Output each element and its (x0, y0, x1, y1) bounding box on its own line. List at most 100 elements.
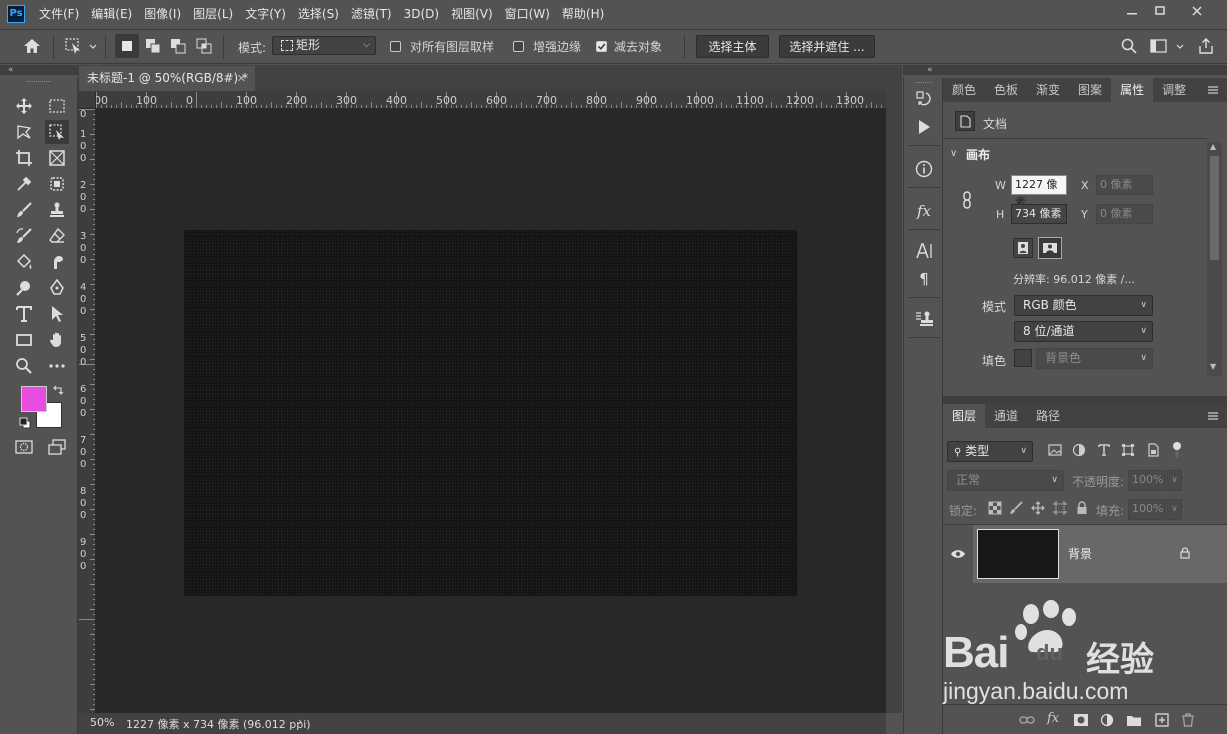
link-layers-button[interactable] (1019, 713, 1035, 727)
panels-collapse-bar[interactable]: « (903, 65, 1227, 75)
scrollbar-thumb[interactable] (1210, 156, 1219, 260)
foreground-color-swatch[interactable] (21, 386, 47, 412)
move-tool[interactable] (12, 94, 36, 118)
layer-kind-filter[interactable]: ⚲ 类型 ∨ (947, 441, 1033, 462)
tab-channels[interactable]: 通道 (985, 404, 1027, 428)
filter-shape-button[interactable] (1121, 443, 1135, 457)
document-tab[interactable]: 未标题-1 @ 50%(RGB/8#) * ✕ (79, 66, 255, 91)
tab-patterns[interactable]: 图案 (1069, 78, 1111, 102)
object-selection-tool[interactable] (45, 120, 69, 144)
document-scrollbar[interactable] (886, 91, 902, 713)
close-window-button[interactable] (1180, 0, 1214, 22)
menu-file[interactable]: 文件(F) (33, 0, 85, 28)
grip-handle[interactable] (916, 82, 932, 84)
search-button[interactable] (1117, 34, 1141, 58)
add-to-selection-button[interactable] (141, 34, 165, 58)
paragraph-panel-button[interactable]: ¶ (904, 266, 944, 292)
edit-toolbar-button[interactable] (45, 354, 69, 378)
zoom-level[interactable]: 50% (90, 716, 114, 729)
tool-preset-picker[interactable] (62, 34, 100, 58)
delete-layer-button[interactable] (1180, 713, 1196, 727)
layer-row[interactable]: 背景 (943, 525, 1227, 583)
fx-icon[interactable]: fx (1047, 711, 1059, 726)
menu-type[interactable]: 文字(Y) (239, 0, 292, 28)
tools-collapse-bar[interactable]: « (0, 65, 78, 75)
portrait-orientation-button[interactable] (1013, 238, 1033, 258)
styles-panel-button[interactable]: fx (904, 198, 944, 224)
lock-image-pixels-button[interactable] (1009, 501, 1023, 515)
chevron-right-icon[interactable]: › (298, 715, 302, 728)
spot-healing-tool[interactable] (45, 172, 69, 196)
sample-all-layers-checkbox[interactable]: 对所有图层取样 (390, 37, 510, 55)
new-selection-button[interactable] (115, 34, 139, 58)
lock-transparent-pixels-button[interactable] (988, 501, 1002, 515)
hand-tool[interactable] (45, 328, 69, 352)
character-panel-button[interactable] (904, 238, 944, 264)
zoom-tool[interactable] (12, 354, 36, 378)
fill-color-swatch[interactable] (1014, 349, 1032, 367)
close-tab-icon[interactable]: ✕ (237, 66, 246, 91)
x-field[interactable]: 0 像素 (1096, 175, 1153, 195)
new-layer-button[interactable] (1154, 713, 1170, 727)
swap-colors-button[interactable] (52, 384, 64, 396)
width-field[interactable]: 1227 像素 (1011, 175, 1067, 209)
eraser-tool[interactable] (45, 224, 69, 248)
filter-smart-object-button[interactable] (1146, 443, 1160, 457)
filter-type-button[interactable] (1097, 443, 1111, 457)
lock-artboard-button[interactable] (1053, 501, 1067, 515)
vertical-ruler[interactable]: 0 1 0 0 2 0 0 3 0 0 4 0 0 5 0 0 6 0 0 7 … (78, 109, 96, 714)
brush-tool[interactable] (12, 198, 36, 222)
tab-gradients[interactable]: 渐变 (1027, 78, 1069, 102)
clone-source-panel-button[interactable] (904, 306, 944, 332)
layer-name[interactable]: 背景 (1068, 545, 1092, 562)
menu-window[interactable]: 窗口(W) (499, 0, 556, 28)
dodge-tool[interactable] (12, 276, 36, 300)
opacity-field[interactable]: 100% (1128, 470, 1166, 491)
path-selection-tool[interactable] (45, 302, 69, 326)
default-colors-button[interactable] (19, 417, 31, 429)
lasso-tool[interactable] (12, 120, 36, 144)
intersect-selection-button[interactable] (192, 34, 216, 58)
actions-panel-button[interactable] (904, 114, 944, 140)
type-tool[interactable] (12, 302, 36, 326)
document-canvas[interactable] (184, 230, 797, 596)
pen-tool[interactable] (45, 276, 69, 300)
home-button[interactable] (18, 34, 46, 58)
menu-image[interactable]: 图像(I) (138, 0, 187, 28)
enhance-edge-checkbox[interactable]: 增强边缘 (513, 37, 593, 55)
menu-3d[interactable]: 3D(D) (398, 0, 445, 28)
menu-layer[interactable]: 图层(L) (187, 0, 239, 28)
properties-scrollbar[interactable]: ▲ ▼ (1207, 142, 1222, 376)
tab-properties[interactable]: 属性 (1111, 78, 1154, 102)
subtract-from-selection-button[interactable] (166, 34, 190, 58)
lock-all-button[interactable] (1075, 501, 1089, 515)
fill-dropdown[interactable]: 背景色 ∨ (1036, 348, 1153, 369)
panel-menu-button[interactable] (1206, 84, 1220, 96)
workspace-switcher[interactable] (1148, 34, 1188, 58)
layer-visibility-toggle[interactable] (943, 525, 973, 583)
color-mode-dropdown[interactable]: RGB 颜色 ∨ (1014, 295, 1153, 316)
maximize-button[interactable] (1143, 0, 1177, 22)
filter-toggle-switch[interactable] (1172, 441, 1182, 459)
chevron-down-icon[interactable]: ∨ (950, 148, 957, 159)
fill-field[interactable]: 100% (1128, 499, 1166, 520)
menu-filter[interactable]: 滤镜(T) (345, 0, 398, 28)
tab-color[interactable]: 颜色 (943, 78, 985, 102)
rectangle-tool[interactable] (12, 328, 36, 352)
share-button[interactable] (1194, 34, 1218, 58)
link-dimensions-button[interactable] (961, 191, 973, 209)
menu-help[interactable]: 帮助(H) (556, 0, 610, 28)
filter-adjustment-button[interactable] (1072, 443, 1086, 457)
bit-depth-dropdown[interactable]: 8 位/通道 ∨ (1014, 321, 1153, 342)
opacity-slider-button[interactable]: ∨ (1167, 470, 1182, 491)
quick-mask-button[interactable] (12, 435, 36, 459)
ruler-origin[interactable] (78, 91, 96, 109)
tab-paths[interactable]: 路径 (1027, 404, 1069, 428)
menu-view[interactable]: 视图(V) (445, 0, 499, 28)
tab-layers[interactable]: 图层 (943, 404, 986, 428)
menu-select[interactable]: 选择(S) (292, 0, 345, 28)
y-field[interactable]: 0 像素 (1096, 204, 1153, 224)
crop-tool[interactable] (12, 146, 36, 170)
history-panel-button[interactable] (904, 86, 944, 112)
fill-slider-button[interactable]: ∨ (1167, 499, 1182, 520)
